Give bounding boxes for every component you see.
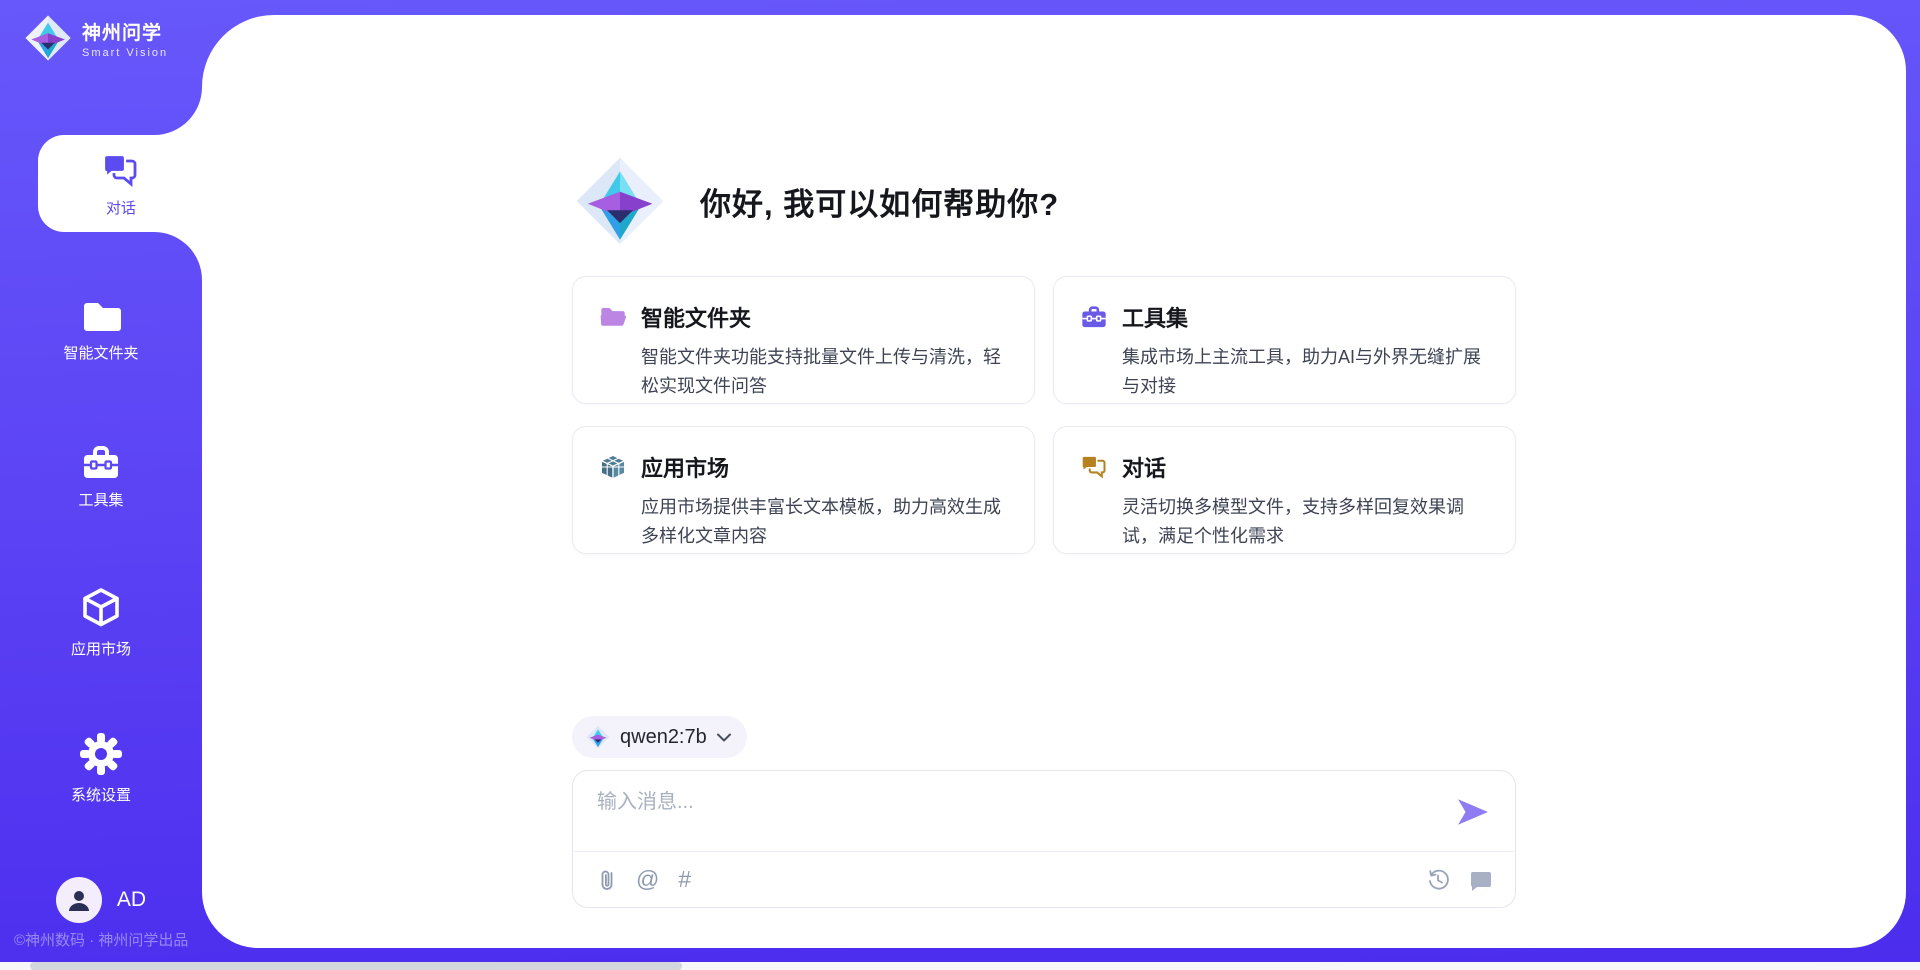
sidebar-item-label: 智能文件夹 bbox=[63, 342, 138, 363]
brand-diamond-logo-icon bbox=[574, 155, 666, 247]
folder-open-icon bbox=[599, 303, 627, 331]
model-name: qwen2:7b bbox=[620, 726, 707, 749]
tab-curve-bottom bbox=[154, 232, 202, 280]
avatar bbox=[56, 877, 102, 923]
user-name: AD bbox=[117, 888, 146, 912]
cube-icon bbox=[80, 586, 122, 630]
user-profile[interactable]: AD bbox=[0, 868, 202, 932]
chevron-down-icon bbox=[717, 733, 731, 742]
sidebar-item-label: 应用市场 bbox=[71, 638, 131, 659]
card-smart-folder[interactable]: 智能文件夹 智能文件夹功能支持批量文件上传与清洗，轻松实现文件问答 bbox=[572, 276, 1035, 404]
sidebar-item-label: 对话 bbox=[106, 197, 136, 218]
greeting-title: 你好, 我可以如何帮助你? bbox=[700, 179, 1059, 224]
send-icon[interactable] bbox=[1457, 797, 1489, 827]
greeting-block: 你好, 我可以如何帮助你? bbox=[574, 155, 1059, 247]
card-title: 智能文件夹 bbox=[641, 301, 751, 333]
card-description: 应用市场提供丰富长文本模板，助力高效生成多样化文章内容 bbox=[641, 493, 1012, 551]
brand-logo-icon bbox=[24, 14, 72, 62]
gear-icon bbox=[79, 732, 123, 776]
card-app-market[interactable]: 应用市场 应用市场提供丰富长文本模板，助力高效生成多样化文章内容 bbox=[572, 426, 1035, 554]
sidebar: 神州问学 Smart Vision 对话 智能文件夹 工具集 bbox=[0, 0, 202, 948]
card-description: 集成市场上主流工具，助力AI与外界无缝扩展与对接 bbox=[1122, 343, 1493, 401]
message-composer: @ # bbox=[572, 770, 1516, 908]
hashtag-icon[interactable]: # bbox=[678, 868, 691, 891]
copyright-footer: ©神州数码 · 神州问学出品 bbox=[14, 929, 188, 950]
tab-curve-top bbox=[154, 87, 202, 135]
sidebar-item-smart-folder[interactable]: 智能文件夹 bbox=[0, 284, 202, 376]
brand-subtitle: Smart Vision bbox=[82, 47, 168, 59]
toolbox-icon bbox=[1080, 303, 1108, 331]
horizontal-scrollbar-thumb[interactable] bbox=[30, 962, 682, 970]
feature-cards: 智能文件夹 智能文件夹功能支持批量文件上传与清洗，轻松实现文件问答 工具集 集成… bbox=[572, 276, 1516, 554]
model-selector[interactable]: qwen2:7b bbox=[572, 716, 747, 758]
apps-cube-icon bbox=[599, 453, 627, 481]
sidebar-item-chat[interactable]: 对话 bbox=[38, 135, 204, 232]
model-logo-icon bbox=[586, 725, 610, 749]
sidebar-item-settings[interactable]: 系统设置 bbox=[0, 722, 202, 814]
card-description: 灵活切换多模型文件，支持多样回复效果调试，满足个性化需求 bbox=[1122, 493, 1493, 551]
card-title: 应用市场 bbox=[641, 451, 729, 483]
card-chat[interactable]: 对话 灵活切换多模型文件，支持多样回复效果调试，满足个性化需求 bbox=[1053, 426, 1516, 554]
card-title: 对话 bbox=[1122, 451, 1166, 483]
chat-panel-icon[interactable] bbox=[1469, 868, 1493, 892]
chat-bubbles-icon bbox=[1080, 453, 1108, 481]
sidebar-item-toolset[interactable]: 工具集 bbox=[0, 430, 202, 522]
chat-icon bbox=[101, 150, 141, 190]
card-title: 工具集 bbox=[1122, 301, 1188, 333]
folder-icon bbox=[80, 298, 122, 334]
toolbox-icon bbox=[80, 443, 122, 481]
card-description: 智能文件夹功能支持批量文件上传与清洗，轻松实现文件问答 bbox=[641, 343, 1012, 401]
history-icon[interactable] bbox=[1426, 868, 1450, 892]
person-icon bbox=[66, 887, 92, 913]
mention-icon[interactable]: @ bbox=[636, 868, 659, 891]
brand-block: 神州问学 Smart Vision bbox=[24, 14, 168, 62]
brand-name: 神州问学 bbox=[82, 18, 168, 45]
message-input[interactable] bbox=[597, 787, 1447, 814]
attach-file-icon[interactable] bbox=[597, 868, 617, 892]
sidebar-item-label: 工具集 bbox=[78, 489, 123, 510]
sidebar-item-app-market[interactable]: 应用市场 bbox=[0, 576, 202, 668]
card-toolset[interactable]: 工具集 集成市场上主流工具，助力AI与外界无缝扩展与对接 bbox=[1053, 276, 1516, 404]
horizontal-scrollbar[interactable] bbox=[0, 962, 1920, 970]
main-panel: 你好, 我可以如何帮助你? 智能文件夹 智能文件夹功能支持批量文件上传与清洗，轻… bbox=[202, 15, 1906, 948]
sidebar-item-label: 系统设置 bbox=[71, 784, 131, 805]
